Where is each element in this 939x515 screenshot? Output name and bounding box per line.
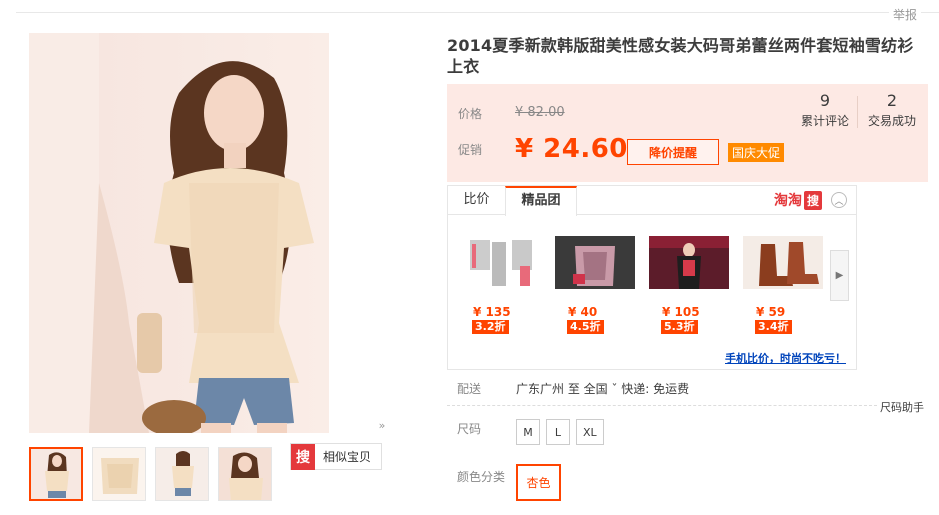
size-option-l[interactable]: L xyxy=(546,419,570,445)
size-helper-link[interactable]: 尺码助手 xyxy=(878,399,924,415)
compare-product-1[interactable]: ¥ 135 3.2折 xyxy=(460,236,540,334)
thumbnail-2[interactable] xyxy=(92,447,146,501)
sou-icon: 搜 xyxy=(291,443,315,470)
product-title: 2014夏季新款韩版甜美性感女装大码哥弟蕾丝两件套短袖雪纺衫上衣 xyxy=(447,36,914,76)
taotao-logo[interactable]: 淘淘 搜 xyxy=(774,190,822,210)
product-image[interactable] xyxy=(743,236,823,289)
similar-items-button[interactable]: 搜 相似宝贝 xyxy=(290,443,383,470)
report-link[interactable]: 举报 xyxy=(889,6,922,23)
compare-product-2[interactable]: ¥ 40 4.5折 xyxy=(555,236,635,334)
top-divider xyxy=(16,12,939,13)
product-image[interactable] xyxy=(555,236,635,289)
taotao-sou-box: 搜 xyxy=(803,190,822,210)
stat-divider xyxy=(857,96,858,128)
thumbnail-4[interactable] xyxy=(218,447,272,501)
sales-label: 交易成功 xyxy=(867,114,916,128)
product-price: ¥ 40 xyxy=(568,305,598,319)
product-price: ¥ 135 xyxy=(473,305,511,319)
size-option-xl[interactable]: XL xyxy=(576,419,604,445)
reviews-stat[interactable]: 9 累计评论 xyxy=(794,92,856,129)
thumbnail-strip xyxy=(29,447,281,501)
price-label: 价格 xyxy=(458,107,483,121)
promo-price: ¥ 24.60 xyxy=(515,134,628,164)
collapse-icon[interactable]: ︿ xyxy=(831,192,847,208)
price-compare-panel: 比价 精品团 淘淘 搜 ︿ ¥ 135 3.2折 ¥ 40 4.5折 ¥ 105… xyxy=(447,185,857,370)
reviews-label: 累计评论 xyxy=(800,114,849,128)
promo-label: 促销 xyxy=(458,143,483,157)
shipping-info[interactable]: 广东广州 至 全国 ˇ 快递: 免运费 xyxy=(516,380,689,397)
discount-badge: 5.3折 xyxy=(661,320,698,334)
tab-compare[interactable]: 比价 xyxy=(448,186,505,214)
size-options: M L XL xyxy=(516,419,610,445)
tab-premium-group[interactable]: 精品团 xyxy=(505,186,577,216)
size-help-divider xyxy=(447,405,877,406)
thumbnail-3[interactable] xyxy=(155,447,209,501)
color-label: 颜色分类 xyxy=(457,470,506,484)
discount-badge: 3.4折 xyxy=(755,320,792,334)
compare-product-3[interactable]: ¥ 105 5.3折 xyxy=(649,236,729,334)
price-alert-button[interactable]: 降价提醒 xyxy=(627,139,719,165)
product-price: ¥ 59 xyxy=(756,305,786,319)
discount-badge: 3.2折 xyxy=(472,320,509,334)
main-product-image[interactable]: » xyxy=(29,33,389,433)
reviews-count: 9 xyxy=(819,91,831,110)
size-label: 尺码 xyxy=(457,422,482,436)
zoom-icon[interactable]: » xyxy=(375,419,389,433)
sales-count: 2 xyxy=(886,91,898,110)
similar-items-label: 相似宝贝 xyxy=(323,450,372,464)
color-option-apricot[interactable]: 杏色 xyxy=(516,464,561,501)
festival-badge[interactable]: 国庆大促 xyxy=(728,143,785,162)
price-panel: 价格 ¥ 82.00 促销 ¥ 24.60 降价提醒 国庆大促 9 累计评论 2… xyxy=(447,84,928,182)
original-price: ¥ 82.00 xyxy=(515,105,565,120)
next-arrow-icon[interactable]: ▶ xyxy=(830,250,849,301)
mobile-compare-link[interactable]: 手机比价，时尚不吃亏！ xyxy=(725,350,846,366)
size-option-m[interactable]: M xyxy=(516,419,540,445)
shipping-label: 配送 xyxy=(457,382,482,396)
compare-tabs: 比价 精品团 淘淘 搜 ︿ xyxy=(448,186,856,216)
sales-stat[interactable]: 2 交易成功 xyxy=(861,92,923,129)
thumbnail-1[interactable] xyxy=(29,447,83,501)
product-image[interactable] xyxy=(460,236,540,289)
discount-badge: 4.5折 xyxy=(567,320,604,334)
compare-product-4[interactable]: ¥ 59 3.4折 xyxy=(743,236,823,334)
taotao-text: 淘淘 xyxy=(773,193,802,209)
product-image[interactable] xyxy=(649,236,729,289)
product-price: ¥ 105 xyxy=(662,305,700,319)
